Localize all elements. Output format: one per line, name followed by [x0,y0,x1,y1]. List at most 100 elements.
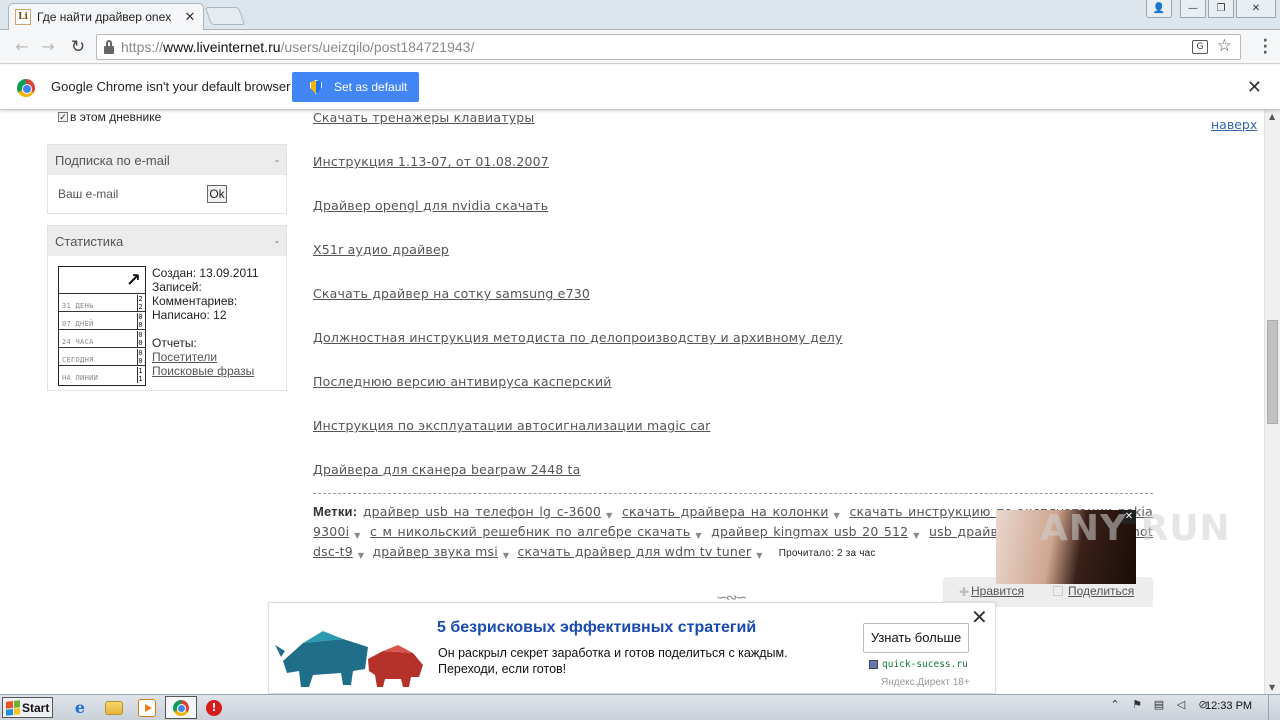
email-subscribe-box: Подписка по e-mail - Ваш e-mail Ok [47,144,287,214]
minimize-button[interactable]: — [1180,0,1206,18]
post-link[interactable]: X51r аудио драйвер [313,242,449,257]
ad-close-icon[interactable]: ✕ [971,607,988,627]
counter-row: 31 ДЕНЬ 2 2 [59,293,145,311]
scrollbar-thumb[interactable] [1267,320,1278,424]
tag-link[interactable]: скачать драйвера на колонки [622,504,829,519]
tag-dropdown-icon[interactable]: ▼ [503,548,509,564]
tag-link[interactable]: с м никольский решебник по алгебре скача… [370,524,690,539]
in-this-diary-checkbox[interactable]: ✓ [58,112,68,122]
infobar-message: Google Chrome isn't your default browser [51,79,291,94]
email-subscribe-header[interactable]: Подписка по e-mail - [48,145,286,175]
stop-sign-icon[interactable]: ! [206,700,222,716]
set-as-default-button[interactable]: Set as default [292,72,419,102]
tab-close-icon[interactable]: ✕ [183,10,197,25]
forward-arrow-icon[interactable]: → [38,38,58,56]
post-link[interactable]: Инструкция 1.13-07, от 01.08.2007 [313,154,549,169]
tab-title: Где найти драйвер onext [37,10,171,24]
chrome-taskbar-button[interactable] [165,696,197,719]
tag-dropdown-icon[interactable]: ▼ [913,528,919,544]
anyrun-watermark: ANY RUN [1040,508,1231,549]
new-tab-button[interactable] [204,7,246,25]
system-tray: ⌃ ⚑ ▤ ◁ ⊘ [1108,698,1210,711]
start-button[interactable]: Start [2,697,53,718]
counter-row: СЕГОДНЯ 0 0 [59,347,145,365]
file-explorer-icon[interactable] [105,701,123,715]
close-window-button[interactable]: ✕ [1236,0,1276,18]
chrome-menu-icon[interactable]: · · · [1263,34,1268,60]
translate-icon[interactable]: G [1192,40,1208,54]
vertical-scrollbar[interactable]: ▲ ▼ [1264,110,1280,694]
tab-strip: Li Где найти драйвер onext ✕ 👤 — ❐ ✕ [0,0,1280,30]
tag-dropdown-icon[interactable]: ▼ [695,528,701,544]
in-this-diary-option: ✓ в этом дневнике [58,110,161,124]
browser-tab[interactable]: Li Где найти драйвер onext ✕ [8,3,204,30]
reports-label: Отчеты: [152,336,197,350]
tag-link[interactable]: скачать драйвер для wdm tv tuner [517,544,751,559]
internet-explorer-icon[interactable]: e [71,699,89,717]
tag-dropdown-icon[interactable]: ▼ [834,508,840,524]
statistics-header[interactable]: Статистика - [48,226,286,256]
collapse-toggle[interactable]: - [275,234,279,248]
user-profile-icon[interactable]: 👤 [1146,0,1172,18]
lock-icon [103,40,115,54]
network-icon[interactable]: ▤ [1152,698,1166,711]
volume-icon[interactable]: ◁ [1174,698,1188,711]
url-text: https://www.liveinternet.ru/users/ueizqi… [121,39,475,55]
post-link[interactable]: Скачать тренажеры клавиатуры [313,110,535,125]
post-link[interactable]: Драйвера для сканера bearpaw 2448 ta [313,462,581,477]
post-link[interactable]: Должностная инструкция методиста по дело… [313,330,843,345]
tag-link[interactable]: драйвер звука msi [372,544,497,559]
tag-dropdown-icon[interactable]: ▼ [606,508,612,524]
scroll-up-icon[interactable]: ▲ [1269,112,1275,121]
tag-link[interactable]: драйвер usb на телефон lg c-3600 [363,504,601,519]
tray-expand-icon[interactable]: ⌃ [1108,698,1122,711]
ad-title[interactable]: 5 безрисковых эффективных стратегий [437,619,756,637]
counter-row: НА ЛИНИИ 1 1 [59,365,145,383]
scroll-down-icon[interactable]: ▼ [1269,683,1275,692]
counter-row: 07 ДНЕЙ 0 0 [59,311,145,329]
share-link[interactable]: Поделиться [1068,584,1134,598]
arrow-up-right-icon: ↗ [125,270,141,291]
address-bar[interactable]: https://www.liveinternet.ru/users/ueizqi… [96,34,1241,60]
ad-footer[interactable]: Яндекс.Директ 18+ [881,677,970,688]
written-count: Написано: 12 [152,308,227,322]
visitors-link[interactable]: Посетители [152,350,217,364]
back-arrow-icon[interactable]: ← [12,38,32,56]
post-link[interactable]: Драйвер opengl для nvidia скачать [313,198,548,213]
restore-button[interactable]: ❐ [1208,0,1234,18]
liveinternet-counter[interactable]: ↗ 31 ДЕНЬ 2 2 07 ДНЕЙ 0 0 24 ЧАСА 0 0 СЕ… [58,266,146,386]
tag-dropdown-icon[interactable]: ▼ [756,548,762,564]
post-link[interactable]: Инструкция по эксплуатации автосигнализа… [313,418,711,433]
email-label[interactable]: Ваш e-mail [58,187,118,201]
ad-domain[interactable]: quick-sucess.ru [869,659,968,670]
like-link[interactable]: Нравится [971,584,1024,598]
infobar-close-icon[interactable]: ✕ [1247,77,1262,98]
search-phrases-link[interactable]: Поисковые фразы [152,364,254,378]
in-this-diary-label: в этом дневнике [70,110,162,124]
reload-icon[interactable]: ↻ [68,38,88,56]
post-link[interactable]: Последнюю версию антивируса касперский [313,374,612,389]
read-count: Прочитало: 2 за час [778,548,876,559]
chrome-logo-icon [17,79,35,97]
bookmark-star-icon[interactable]: ☆ [1217,36,1232,56]
plus-icon: ✚ [959,585,970,599]
ok-button[interactable]: Ok [207,185,227,203]
statistics-body: ↗ 31 ДЕНЬ 2 2 07 ДНЕЙ 0 0 24 ЧАСА 0 0 СЕ… [48,256,286,390]
post-link[interactable]: Скачать драйвер на сотку samsung e730 [313,286,590,301]
statistics-title: Статистика [55,233,124,249]
flag-icon[interactable]: ⚑ [1130,698,1144,711]
yandex-direct-ad[interactable]: 5 безрисковых эффективных стратегий Он р… [268,602,996,694]
browser-toolbar: ← → ↻ https://www.liveinternet.ru/users/… [0,30,1280,64]
taskbar-clock[interactable]: 12:33 PM [1205,700,1252,712]
media-player-icon[interactable] [138,699,156,717]
tag-link[interactable]: драйвер kingmax usb 20 512 [711,524,908,539]
learn-more-button[interactable]: Узнать больше [863,623,969,653]
tag-dropdown-icon[interactable]: ▼ [358,548,364,564]
collapse-toggle[interactable]: - [275,153,279,167]
tag-dropdown-icon[interactable]: ▼ [354,528,360,544]
uac-shield-icon [310,80,322,94]
back-to-top-link[interactable]: наверх [1211,117,1257,132]
window-controls: 👤 — ❐ ✕ [1146,0,1276,18]
show-desktop-button[interactable] [1268,695,1280,720]
liveinternet-favicon-icon: Li [15,9,31,25]
